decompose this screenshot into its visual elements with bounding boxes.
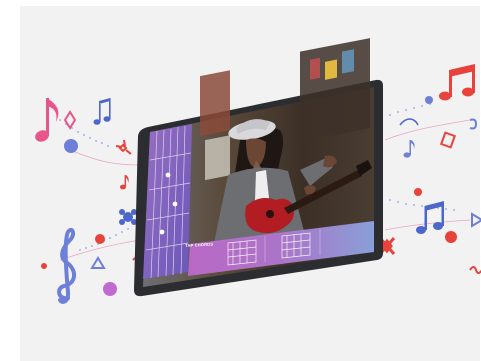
product-illustration	[35, 38, 481, 304]
left-purple-ball	[103, 282, 117, 296]
left-quarter-note-icon	[120, 175, 129, 190]
fret-dot-3	[159, 229, 165, 235]
fret-dot-1	[165, 172, 171, 178]
right-dot-waves	[389, 103, 455, 211]
right-beamed-note-blue-icon	[416, 201, 444, 234]
left-small-red-dot	[41, 263, 47, 269]
right-red-dot	[414, 188, 422, 196]
left-flower-icon	[119, 209, 137, 225]
left-beamed-note-icon	[93, 97, 111, 125]
left-eighth-note-icon	[35, 98, 59, 142]
right-small-note-icon	[403, 140, 415, 158]
fret-dot-2	[172, 201, 178, 207]
right-beamed-note-large-icon	[439, 64, 475, 101]
treble-clef-icon	[57, 227, 76, 304]
left-diamond-icon	[63, 110, 77, 130]
right-wave-icon	[469, 266, 481, 274]
left-asterisk-icon	[115, 139, 132, 155]
right-square-icon	[439, 131, 457, 149]
right-triangle-icon	[471, 212, 481, 228]
right-swirl-icon	[399, 118, 419, 126]
right-blue-dot	[425, 96, 433, 104]
left-triangle-icon	[90, 256, 106, 269]
tablet-device	[134, 38, 383, 297]
left-blue-ball	[64, 139, 78, 153]
right-curl-icon	[469, 118, 478, 130]
right-red-ball	[445, 231, 457, 243]
left-red-ball	[95, 234, 105, 244]
